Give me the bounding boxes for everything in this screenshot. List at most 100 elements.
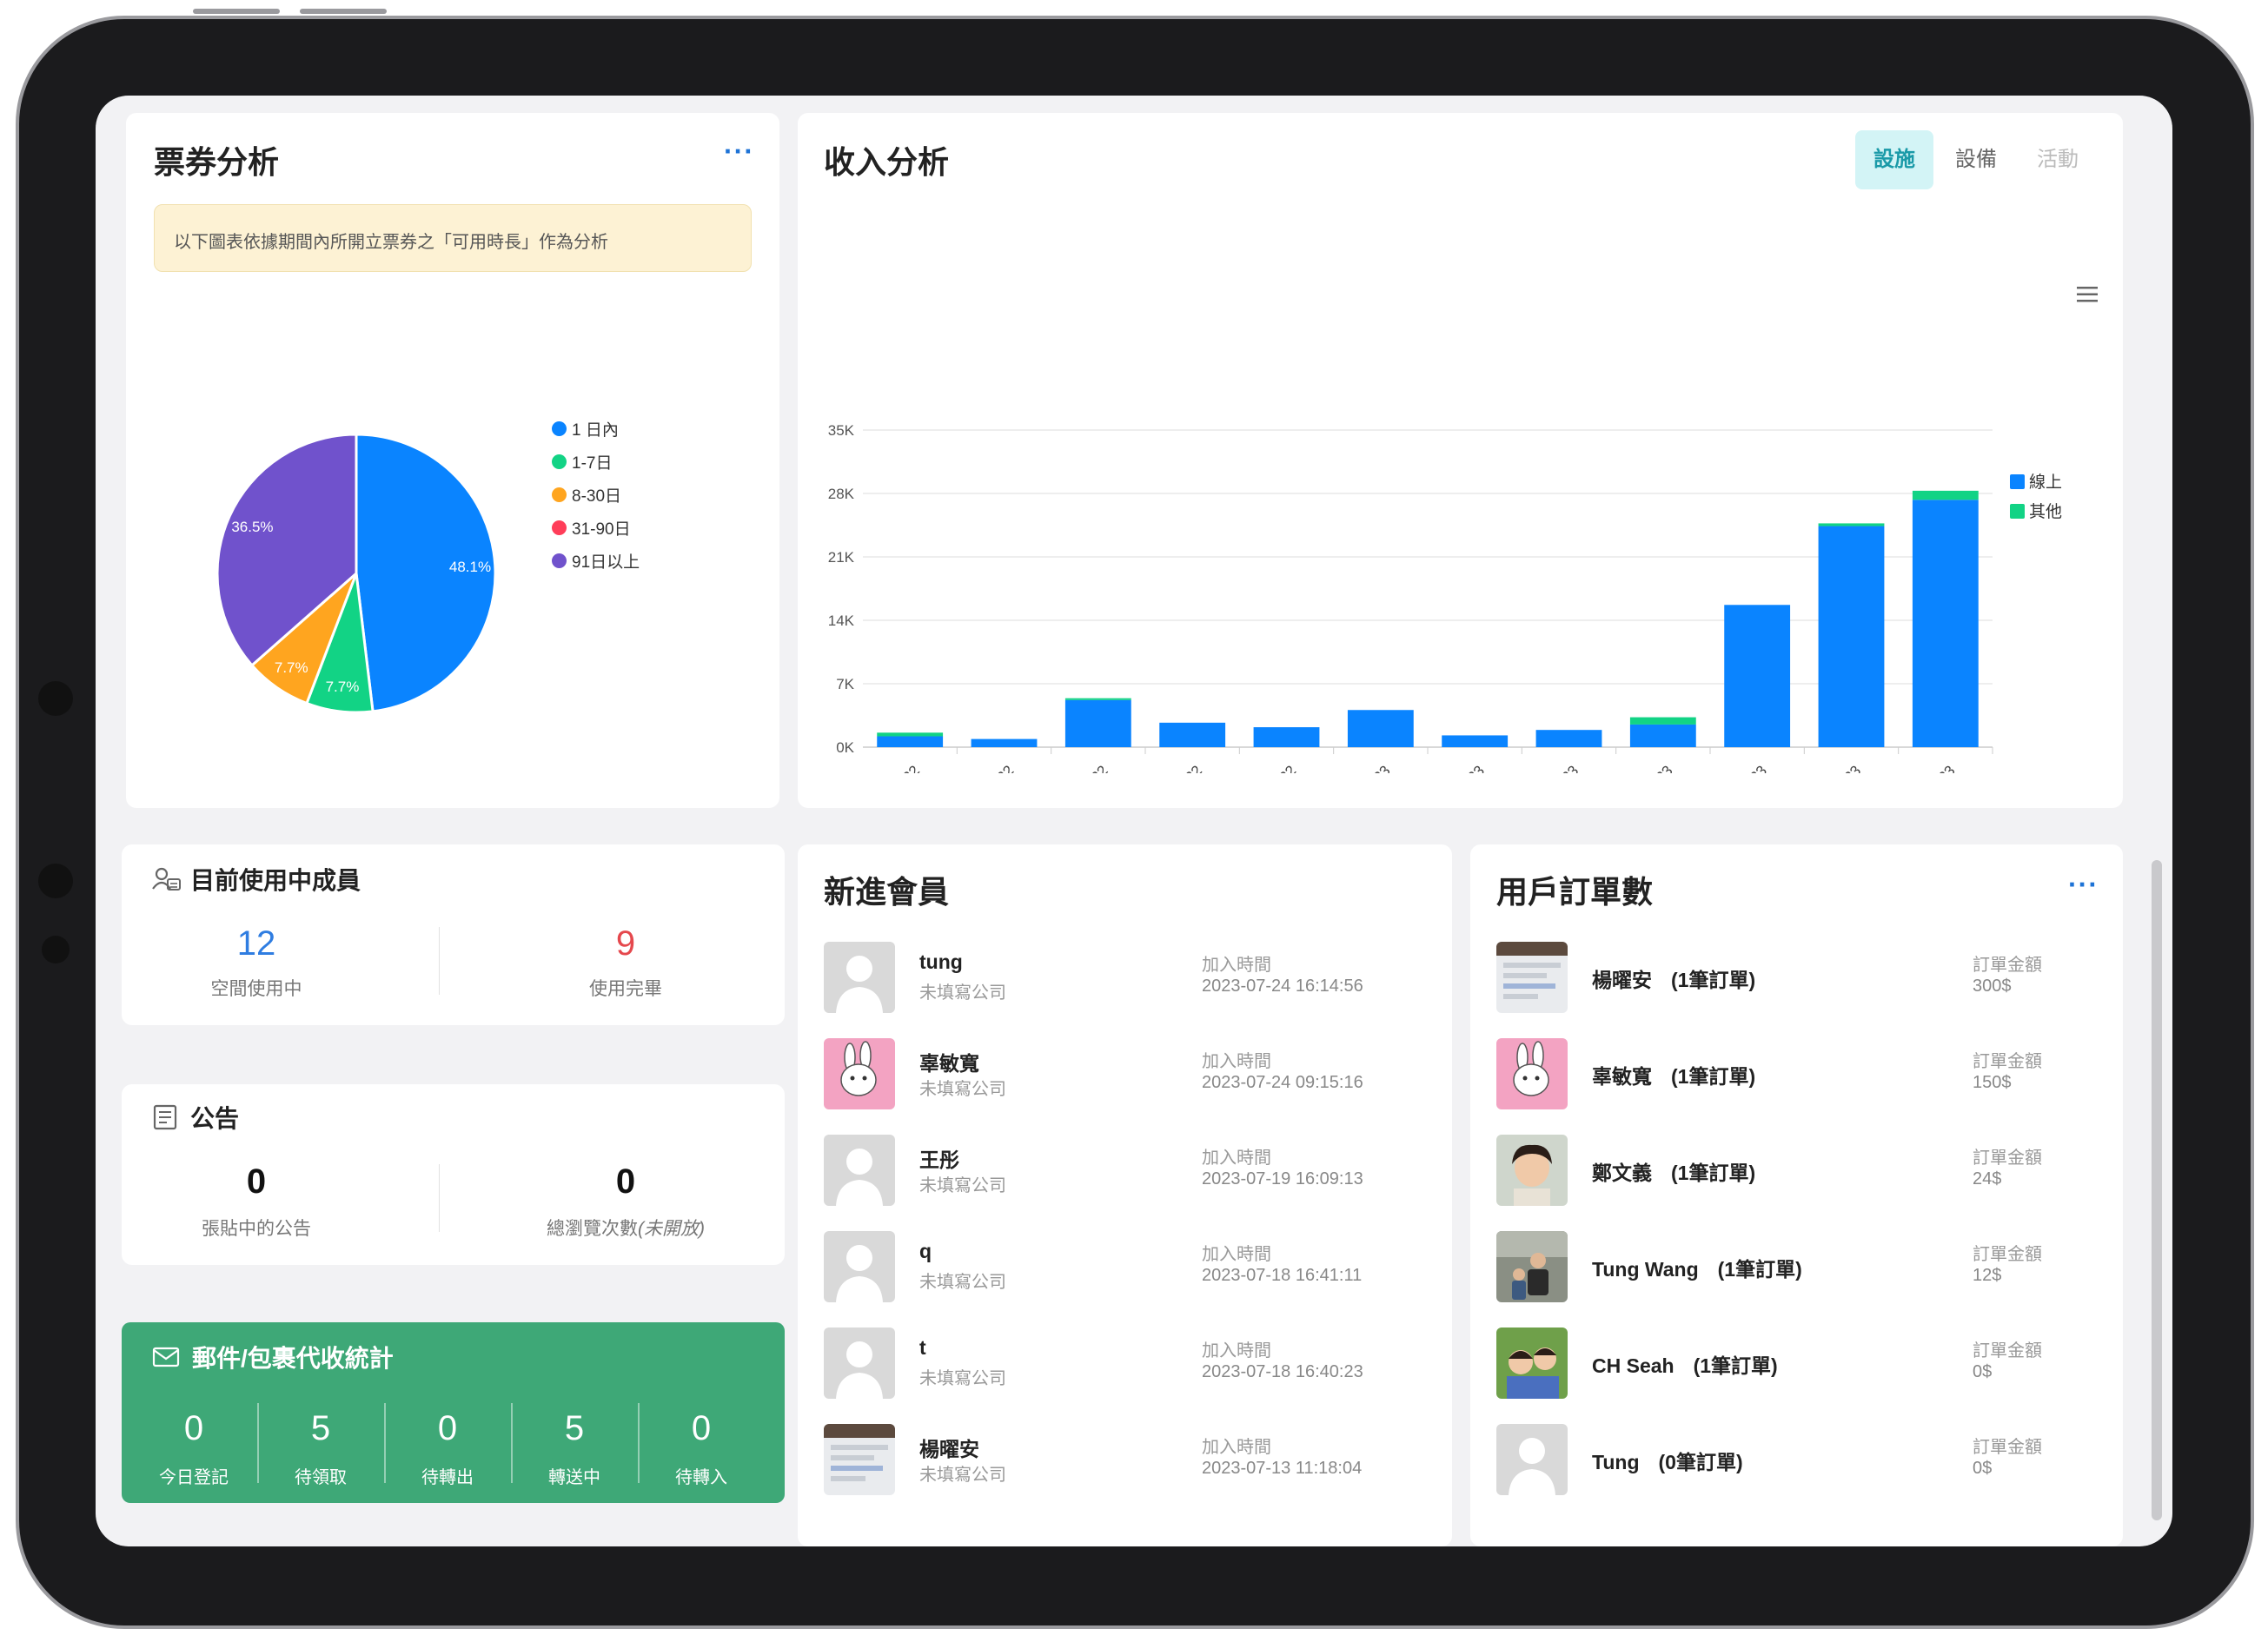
bar-online[interactable] [1629,724,1696,747]
order-amount-value: 0$ [1973,1459,1993,1478]
mail-stat-label: 轉送中 [548,1468,600,1487]
finished-label: 使用完畢 [589,979,662,999]
member-name[interactable]: q [919,1240,932,1263]
order-row[interactable]: 楊曜安 (1筆訂單) 訂單金額 300$ [1470,942,2123,1029]
more-options-icon[interactable]: ··· [724,137,754,165]
page-scrollbar[interactable] [2152,860,2162,1520]
card-title: 公告 [152,1100,239,1135]
legend-item[interactable]: 1-7日 [552,450,612,473]
order-user[interactable]: 鄭文義 (1筆訂單) [1592,1156,1755,1186]
bar-online[interactable] [1535,730,1602,747]
order-amount-label: 訂單金額 [1973,956,2042,975]
bar-online[interactable] [1253,727,1320,747]
order-amount-label: 訂單金額 [1973,1052,2042,1071]
y-tick-label: 35K [828,422,855,439]
join-time-value: 2023-07-24 09:15:16 [1202,1073,1363,1092]
avatar[interactable] [824,1231,895,1302]
legend-dot [552,487,567,502]
avatar[interactable] [824,1038,895,1109]
avatar[interactable] [824,1424,895,1495]
member-name[interactable]: t [919,1336,926,1360]
member-row[interactable]: 辜敏寬 未填寫公司 加入時間 2023-07-24 09:15:16 [798,1038,1452,1125]
member-row[interactable]: 王彤 未填寫公司 加入時間 2023-07-19 16:09:13 [798,1135,1452,1222]
bar-online[interactable] [1064,699,1131,747]
order-count: (1筆訂單) [1693,1354,1778,1377]
legend-item[interactable]: 1 日內 [552,417,619,440]
legend-swatch [2010,504,2025,519]
member-row[interactable]: 楊曜安 未填寫公司 加入時間 2023-07-13 11:18:04 [798,1424,1452,1511]
avatar[interactable] [1496,1135,1568,1206]
order-row[interactable]: 鄭文義 (1筆訂單) 訂單金額 24$ [1470,1135,2123,1222]
bar-online[interactable] [1912,500,1979,747]
x-tick-label: May'23 [1725,762,1770,773]
divider [638,1403,640,1483]
profile-photo-icon [1496,1038,1568,1109]
legend-label: 91日以上 [572,553,640,572]
member-row[interactable]: t 未填寫公司 加入時間 2023-07-18 16:40:23 [798,1328,1452,1414]
bar-online[interactable] [1442,735,1509,747]
tab-equipment[interactable]: 設備 [1937,130,2015,189]
legend-label: 1 日內 [572,421,619,440]
legend-item[interactable]: 31-90日 [552,516,631,540]
legend-label[interactable]: 線上 [2029,473,2062,492]
order-user[interactable]: CH Seah (1筆訂單) [1592,1349,1778,1379]
member-name[interactable]: 王彤 [919,1143,959,1173]
avatar[interactable] [1496,942,1568,1013]
bar-online[interactable] [1347,710,1414,747]
bar-other[interactable] [877,732,944,737]
bar-other[interactable] [1064,698,1131,700]
bar-online[interactable] [1159,722,1226,747]
order-user[interactable]: 辜敏寬 (1筆訂單) [1592,1060,1755,1089]
order-row[interactable]: 辜敏寬 (1筆訂單) 訂單金額 150$ [1470,1038,2123,1125]
legend-dot [552,553,567,568]
bar-other[interactable] [1629,717,1696,725]
avatar[interactable] [824,942,895,1013]
bar-other[interactable] [1912,490,1979,500]
mail-stat-value: 0 [691,1409,712,1447]
join-time-value: 2023-07-19 16:09:13 [1202,1169,1363,1188]
order-row[interactable]: Tung Wang (1筆訂單) 訂單金額 12$ [1470,1231,2123,1318]
legend-swatch [2010,474,2025,489]
member-name[interactable]: 辜敏寬 [919,1047,979,1076]
avatar[interactable] [824,1328,895,1399]
bar-online[interactable] [877,736,944,747]
total-views-text: 總瀏覽次數 [547,1219,638,1239]
member-row[interactable]: q 未填寫公司 加入時間 2023-07-18 16:41:11 [798,1231,1452,1318]
bar-online[interactable] [1818,526,1885,747]
member-name[interactable]: 楊曜安 [919,1433,979,1462]
order-user[interactable]: 楊曜安 (1筆訂單) [1592,963,1755,993]
order-user[interactable]: Tung Wang (1筆訂單) [1592,1253,1802,1282]
order-user[interactable]: Tung (0筆訂單) [1592,1446,1743,1475]
join-time-label: 加入時間 [1202,1438,1271,1457]
card-title-text: 公告 [190,1105,240,1132]
tab-event[interactable]: 活動 [2019,130,2097,189]
order-user-name: 鄭文義 [1592,1162,1652,1184]
avatar[interactable] [1496,1328,1568,1399]
member-row[interactable]: tung 未填寫公司 加入時間 2023-07-24 16:14:56 [798,942,1452,1029]
legend-item[interactable]: 8-30日 [552,483,621,507]
order-row[interactable]: Tung (0筆訂單) 訂單金額 0$ [1470,1424,2123,1511]
mail-stat-label: 待轉出 [421,1468,474,1487]
pie-slice-label: 48.1% [449,559,491,575]
member-name[interactable]: tung [919,950,963,974]
legend-item[interactable]: 91日以上 [552,549,640,573]
order-row[interactable]: CH Seah (1筆訂單) 訂單金額 0$ [1470,1328,2123,1414]
finished-count: 9 [615,924,636,963]
avatar[interactable] [1496,1424,1568,1495]
avatar[interactable] [1496,1038,1568,1109]
bar-other[interactable] [1818,523,1885,526]
legend-label[interactable]: 其他 [2029,502,2062,521]
bar-online[interactable] [971,738,1038,747]
bar-online[interactable] [1724,605,1791,747]
join-time-label: 加入時間 [1202,956,1271,975]
order-user-name: 楊曜安 [1592,969,1652,991]
card-title: 郵件/包裹代收統計 [152,1340,394,1374]
spaces-in-use-count: 12 [236,924,276,963]
avatar[interactable] [824,1135,895,1206]
join-time-value: 2023-07-13 11:18:04 [1202,1459,1363,1478]
more-options-icon[interactable]: ··· [2068,871,2099,898]
tab-facility[interactable]: 設施 [1855,130,1933,189]
card-title: 目前使用中成員 [152,862,361,897]
avatar[interactable] [1496,1231,1568,1302]
mail-stats-card: 郵件/包裹代收統計 0 今日登記 5 待領取 0 待轉出 5 轉送中 0 待轉入 [122,1322,785,1503]
